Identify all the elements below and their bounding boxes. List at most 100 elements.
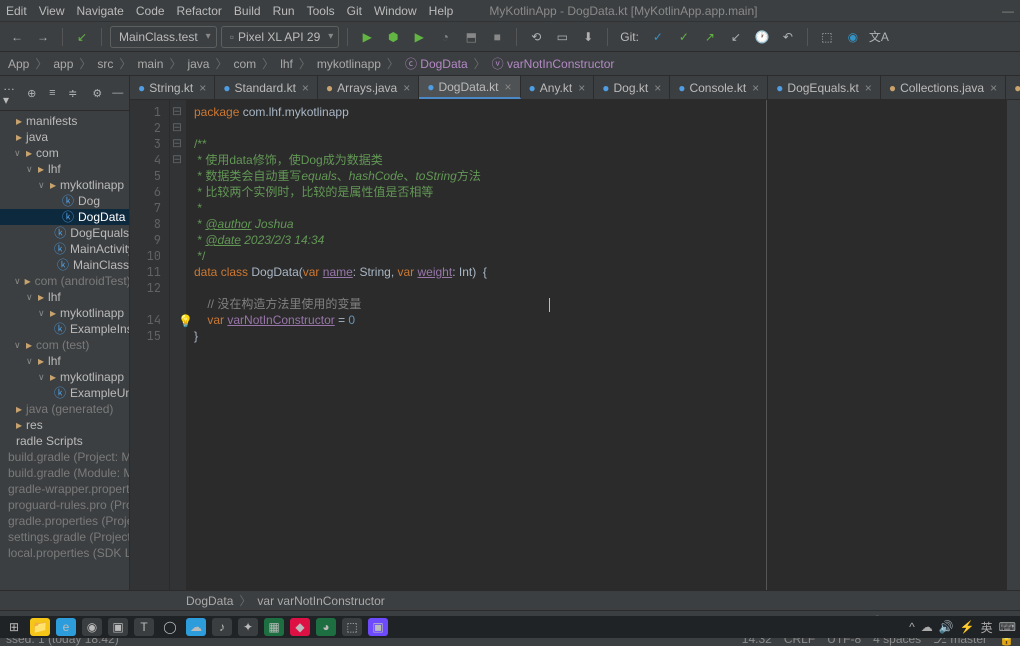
sdk-icon[interactable]: ⬇ <box>577 26 599 48</box>
tree-node-build-gradle-project-myko[interactable]: build.gradle (Project: MyKo <box>0 449 129 465</box>
tray-batt-icon[interactable]: ⚡ <box>960 620 975 634</box>
tree-node-mainactivity[interactable]: ⓚ MainActivity <box>0 241 129 257</box>
tab-dogequals-kt[interactable]: ●DogEquals.kt× <box>768 76 881 99</box>
sync-gradle-icon[interactable]: ⟲ <box>525 26 547 48</box>
tab-collections-java[interactable]: ●Collections.java× <box>881 76 1006 99</box>
tree-node-lhf[interactable]: ∨▸ lhf <box>0 353 129 369</box>
menu-help[interactable]: Help <box>429 4 454 18</box>
crumb-member[interactable]: ⓥ varNotInConstructor <box>490 55 617 72</box>
tray-ime-icon[interactable]: 英 <box>981 619 993 636</box>
tree-node-build-gradle-module-myko[interactable]: build.gradle (Module: MyKo <box>0 465 129 481</box>
taskbar-app6-icon[interactable]: ✦ <box>238 618 258 636</box>
crumb-class[interactable]: ⓒ DogData <box>403 55 470 72</box>
taskbar-app7-icon[interactable]: ▦ <box>264 618 284 636</box>
tree-node-lhf[interactable]: ∨▸ lhf <box>0 289 129 305</box>
menu-run[interactable]: Run <box>273 4 295 18</box>
tray-net-icon[interactable]: ☁ <box>921 620 933 634</box>
hide-icon[interactable]: — <box>110 84 127 102</box>
attach-icon[interactable]: ⬒ <box>460 26 482 48</box>
tab-close-icon[interactable]: × <box>403 81 410 95</box>
gear-icon[interactable]: ⚙ <box>89 84 106 102</box>
bc-member[interactable]: var varNotInConstructor <box>257 594 384 608</box>
crumb-app2[interactable]: app <box>51 57 75 71</box>
taskbar-app9-icon[interactable]: ⬚ <box>342 618 362 636</box>
tab-close-icon[interactable]: × <box>199 81 206 95</box>
crumb-main[interactable]: main <box>135 57 165 71</box>
crumb-pkg[interactable]: mykotlinapp <box>315 57 383 71</box>
git-push-icon[interactable]: ↗ <box>699 26 721 48</box>
run-icon[interactable]: ▶ <box>356 26 378 48</box>
menu-code[interactable]: Code <box>136 4 165 18</box>
sync-icon[interactable]: ↙ <box>71 26 93 48</box>
tree-node-com-androidtest-[interactable]: ∨▸ com (androidTest) <box>0 273 129 289</box>
tree-node-exampleinstrum[interactable]: ⓚ ExampleInstrum <box>0 321 129 337</box>
menu-tools[interactable]: Tools <box>307 4 335 18</box>
menu-edit[interactable]: Edit <box>6 4 27 18</box>
menu-git[interactable]: Git <box>347 4 362 18</box>
system-tray[interactable]: ^ ☁ 🔊 ⚡ 英 ⌨ <box>909 619 1016 636</box>
start-icon[interactable]: ⊞ <box>4 618 24 636</box>
tray-ime2-icon[interactable]: ⌨ <box>999 620 1016 634</box>
profile-icon[interactable]: ◔ <box>434 26 456 48</box>
tab-collection-java[interactable]: ●Collection.java× <box>1006 76 1020 99</box>
taskbar-explorer-icon[interactable]: 📁 <box>30 618 50 636</box>
stop-icon[interactable]: ■ <box>486 26 508 48</box>
bc-class[interactable]: DogData <box>186 594 233 608</box>
forward-icon[interactable]: → <box>32 26 54 48</box>
tray-up-icon[interactable]: ^ <box>909 620 915 634</box>
run-config-dropdown[interactable]: MainClass.test <box>110 26 217 48</box>
tree-node-mykotlinapp[interactable]: ∨▸ mykotlinapp <box>0 305 129 321</box>
menu-view[interactable]: View <box>39 4 65 18</box>
tree-node-gradle-wrapper-properties-[interactable]: gradle-wrapper.properties ( <box>0 481 129 497</box>
crumb-src[interactable]: src <box>95 57 115 71</box>
tab-close-icon[interactable]: × <box>990 81 997 95</box>
menu-navigate[interactable]: Navigate <box>76 4 123 18</box>
crumb-app[interactable]: App <box>6 57 31 71</box>
taskbar-app4-icon[interactable]: ☁ <box>186 618 206 636</box>
select-opened-icon[interactable]: ⊕ <box>24 84 41 102</box>
taskbar-app2-icon[interactable]: ▣ <box>108 618 128 636</box>
tab-close-icon[interactable]: × <box>865 81 872 95</box>
avd-icon[interactable]: ▭ <box>551 26 573 48</box>
coverage-icon[interactable]: ▶ <box>408 26 430 48</box>
git-history-icon[interactable]: 🕐 <box>751 26 773 48</box>
taskbar-app5-icon[interactable]: ♪ <box>212 618 232 636</box>
taskbar-app10-icon[interactable]: ▣ <box>368 618 388 636</box>
menu-window[interactable]: Window <box>374 4 417 18</box>
tray-vol-icon[interactable]: 🔊 <box>939 620 954 634</box>
crumb-java[interactable]: java <box>185 57 211 71</box>
tree-node-dogdata[interactable]: ⓚ DogData <box>0 209 129 225</box>
tab-any-kt[interactable]: ●Any.kt× <box>521 76 595 99</box>
tree-node-proguard-rules-pro-progua[interactable]: proguard-rules.pro (ProGua <box>0 497 129 513</box>
tab-standard-kt[interactable]: ●Standard.kt× <box>215 76 318 99</box>
project-tree[interactable]: ▸ manifests▸ java∨▸ com∨▸ lhf∨▸ mykotlin… <box>0 111 129 563</box>
window-minimize-icon[interactable]: — <box>1002 4 1014 18</box>
tab-dog-kt[interactable]: ●Dog.kt× <box>594 76 670 99</box>
collapse-icon[interactable]: ≑ <box>65 84 82 102</box>
tree-node-dog[interactable]: ⓚ Dog <box>0 193 129 209</box>
project-view-dropdown[interactable]: …▾ <box>3 79 20 107</box>
fold-gutter[interactable]: ⊟ ⊟ ⊟ ⊟ <box>170 100 186 590</box>
tree-node-mykotlinapp[interactable]: ∨▸ mykotlinapp <box>0 369 129 385</box>
tab-string-kt[interactable]: ●String.kt× <box>130 76 215 99</box>
crumb-lhf[interactable]: lhf <box>278 57 295 71</box>
tree-node-mainclass[interactable]: ⓚ MainClass <box>0 257 129 273</box>
tree-node-java[interactable]: ▸ java <box>0 129 129 145</box>
crumb-com[interactable]: com <box>232 57 259 71</box>
tree-node-java-generated-[interactable]: ▸ java (generated) <box>0 401 129 417</box>
help-icon[interactable]: ◉ <box>842 26 864 48</box>
back-icon[interactable]: ← <box>6 26 28 48</box>
line-gutter[interactable]: 1 2 3 4 5 6 7 8 9 10 11 12 14 15 <box>130 100 170 590</box>
tree-node-res[interactable]: ▸ res <box>0 417 129 433</box>
menu-refactor[interactable]: Refactor <box>177 4 222 18</box>
tree-node-radle-scripts[interactable]: radle Scripts <box>0 433 129 449</box>
code-editor[interactable]: package com.lhf.mykotlinapp /** * 使用data… <box>186 100 766 590</box>
tree-node-lhf[interactable]: ∨▸ lhf <box>0 161 129 177</box>
tree-node-gradle-properties-project-p[interactable]: gradle.properties (Project P <box>0 513 129 529</box>
taskbar-chrome-icon[interactable]: ◯ <box>160 618 180 636</box>
tab-close-icon[interactable]: × <box>505 80 512 94</box>
tree-node-manifests[interactable]: ▸ manifests <box>0 113 129 129</box>
taskbar-app8-icon[interactable]: ◆ <box>290 618 310 636</box>
tree-node-mykotlinapp[interactable]: ∨▸ mykotlinapp <box>0 177 129 193</box>
tab-close-icon[interactable]: × <box>654 81 661 95</box>
